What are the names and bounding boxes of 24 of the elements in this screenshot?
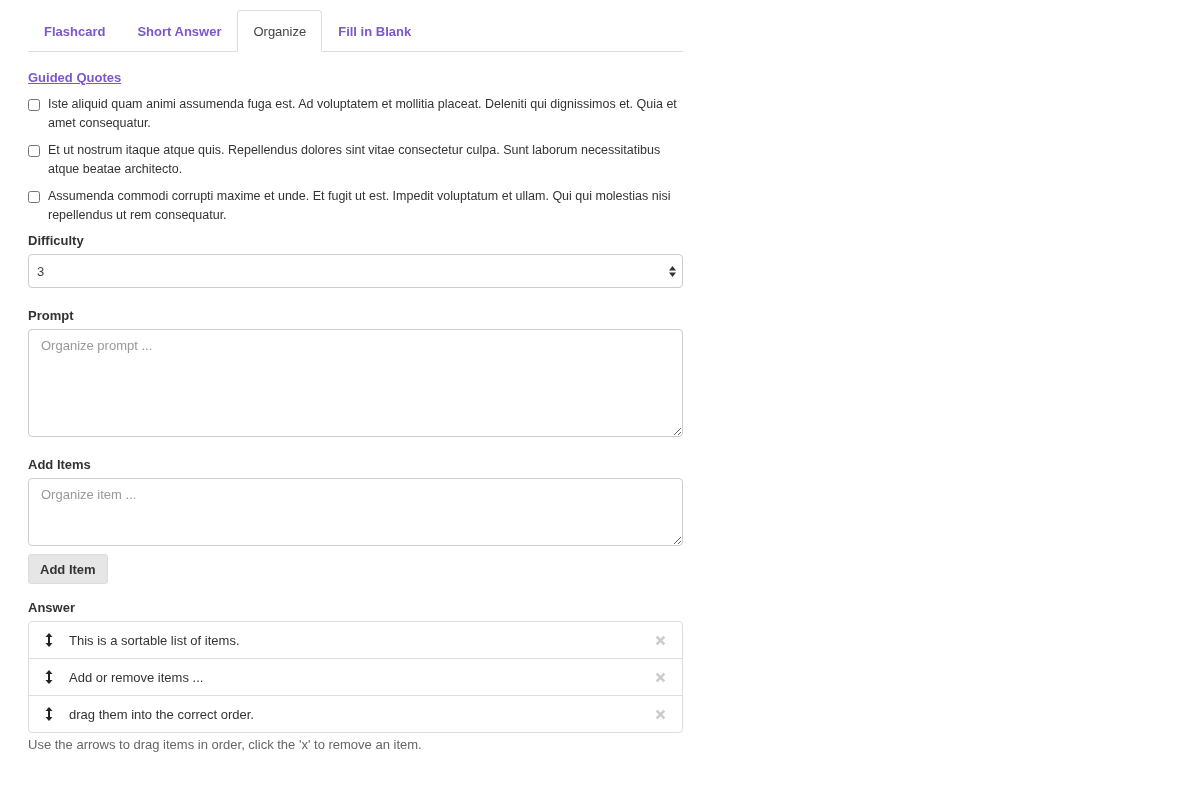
add-item-button[interactable]: Add Item xyxy=(28,554,108,584)
up-down-arrow-icon[interactable] xyxy=(45,669,53,685)
guided-quotes-link[interactable]: Guided Quotes xyxy=(28,70,122,85)
quote-checkbox[interactable] xyxy=(28,99,40,111)
select-caret-icon xyxy=(669,265,676,277)
up-down-arrow-icon[interactable] xyxy=(45,706,53,722)
quote-text: Iste aliquid quam animi assumenda fuga est. Ad voluptatem et mollitia placeat. Deleniti qui dignissimos et. Quia et amet consequatur. xyxy=(48,96,678,132)
list-item-text: This is a sortable list of items. xyxy=(69,632,241,648)
prompt-field[interactable]: Organize prompt ... xyxy=(28,329,683,437)
list-item-text: Add or remove items ... xyxy=(69,669,205,685)
up-down-arrow-icon[interactable] xyxy=(45,632,53,648)
tab[interactable]: Organize xyxy=(237,10,323,52)
help-text: Use the arrows to drag items in order, click the 'x' to remove an item. xyxy=(28,737,423,752)
quote-checkbox[interactable] xyxy=(28,145,40,157)
difficulty-select[interactable]: 3 xyxy=(28,254,683,288)
quote-checkbox[interactable] xyxy=(28,191,40,203)
list-item-text: drag them into the correct order. xyxy=(69,706,255,722)
field-label: Difficulty xyxy=(28,233,85,248)
field-label: Prompt xyxy=(28,308,75,323)
quote-text: Assumenda commodi corrupti maxime et unde. Et fugit ut est. Impedit voluptatum et ullam. Qui qui molestias nisi repellendus ut rem consequatur. xyxy=(48,188,672,224)
quote-text: Et ut nostrum itaque atque quis. Repellendus dolores sint vitae consectetur culpa. Sunt laborum necessitatibus atque beatae architecto. xyxy=(48,142,662,178)
field-label: Answer xyxy=(28,600,76,615)
field-label: Add Items xyxy=(28,457,92,472)
item-field[interactable]: Organize item ... xyxy=(28,478,683,546)
